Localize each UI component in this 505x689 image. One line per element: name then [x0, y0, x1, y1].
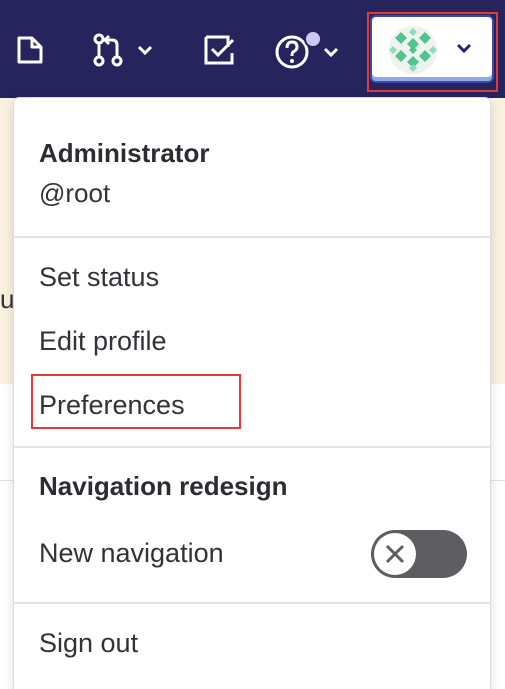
preferences-highlight-box	[31, 374, 241, 429]
help-dropdown[interactable]	[274, 28, 346, 72]
close-icon	[385, 544, 405, 564]
user-name: Administrator	[39, 138, 210, 168]
merge-request-dropdown[interactable]	[92, 28, 156, 72]
navigation-redesign-heading: Navigation redesign	[39, 471, 288, 501]
avatar-highlight-box	[367, 12, 498, 92]
page: u Administrator @root Set status Edit pr…	[0, 0, 505, 689]
new-navigation-label: New navigation	[39, 538, 224, 568]
document-icon[interactable]	[14, 28, 46, 72]
user-dropdown-menu: Administrator @root Set status Edit prof…	[13, 97, 491, 689]
sign-out-item[interactable]: Sign out	[39, 628, 138, 659]
new-navigation-toggle[interactable]	[371, 530, 467, 578]
menu-divider	[14, 602, 490, 604]
notification-dot	[304, 30, 322, 48]
user-username: @root	[39, 178, 111, 208]
set-status-item[interactable]: Set status	[39, 262, 159, 293]
menu-divider	[14, 446, 490, 448]
toggle-knob	[374, 533, 416, 575]
merge-request-icon	[93, 33, 153, 67]
menu-divider	[14, 236, 490, 238]
edit-profile-item[interactable]: Edit profile	[39, 326, 167, 357]
todo-check-icon[interactable]	[202, 28, 236, 72]
